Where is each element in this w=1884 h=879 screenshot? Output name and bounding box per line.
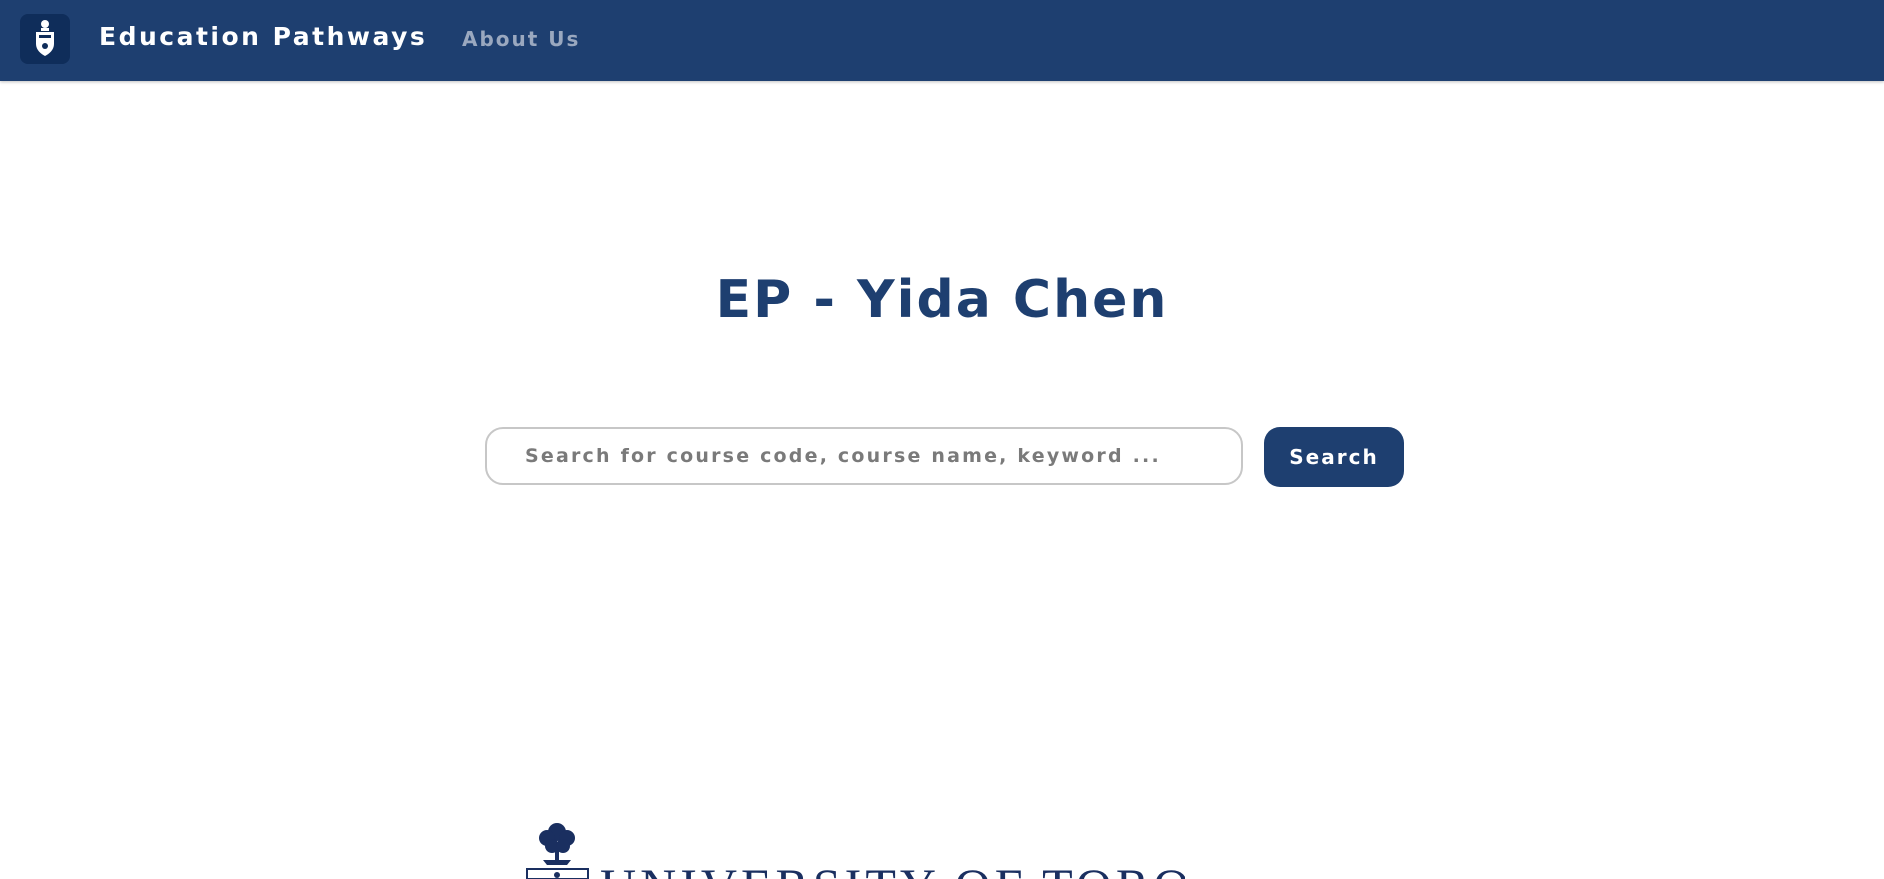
crest-shape <box>36 20 54 56</box>
nav-link-about-us[interactable]: About Us <box>462 24 580 54</box>
top-navbar: Education Pathways About Us <box>0 0 1884 81</box>
university-logo: UNIVERSITY OF TORONTO <box>525 820 1185 879</box>
page-title: EP - Yida Chen <box>715 270 1169 330</box>
university-wordmark: UNIVERSITY OF TORONTO <box>600 861 1185 879</box>
university-tree-crest-icon <box>526 823 589 879</box>
university-crest-icon[interactable] <box>20 14 70 64</box>
brand-title[interactable]: Education Pathways <box>99 20 427 54</box>
search-input[interactable] <box>485 427 1243 485</box>
search-button[interactable]: Search <box>1264 427 1404 487</box>
